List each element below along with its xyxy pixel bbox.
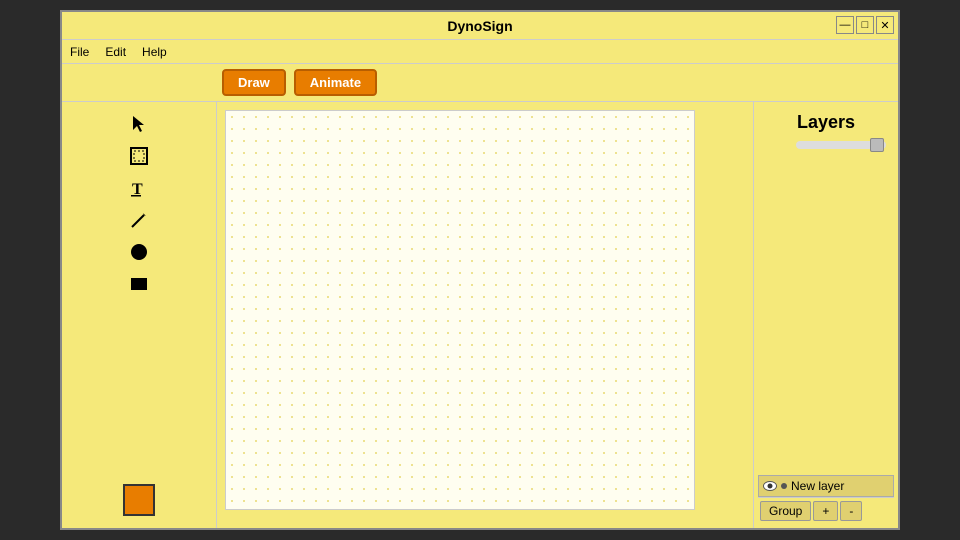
pen-tool[interactable] xyxy=(125,206,153,234)
frame-tool[interactable] xyxy=(125,142,153,170)
new-layer-label: New layer xyxy=(791,479,844,493)
main-area: T xyxy=(62,102,898,528)
layers-slider-row xyxy=(758,139,894,155)
text-tool[interactable]: T xyxy=(125,174,153,202)
layers-title: Layers xyxy=(758,106,894,139)
remove-layer-button[interactable]: - xyxy=(840,501,862,521)
layer-dot-icon xyxy=(781,483,787,489)
menu-edit[interactable]: Edit xyxy=(105,45,126,59)
layers-list xyxy=(758,155,894,475)
toolbar: Draw Animate xyxy=(62,64,898,102)
app-title: DynoSign xyxy=(447,18,512,34)
window-controls: — □ ✕ xyxy=(836,16,894,34)
toolbox: T xyxy=(62,102,217,528)
opacity-slider[interactable] xyxy=(796,141,886,149)
select-tool[interactable] xyxy=(125,110,153,138)
menu-help[interactable]: Help xyxy=(142,45,167,59)
layers-bottom-bar: Group + - xyxy=(758,497,894,524)
restore-button[interactable]: □ xyxy=(856,16,874,34)
close-button[interactable]: ✕ xyxy=(876,16,894,34)
group-button[interactable]: Group xyxy=(760,501,811,521)
app-window: DynoSign — □ ✕ File Edit Help Draw Anima… xyxy=(60,10,900,530)
new-layer-row[interactable]: New layer xyxy=(758,475,894,497)
minimize-button[interactable]: — xyxy=(836,16,854,34)
layer-visibility-icon[interactable] xyxy=(763,481,777,491)
layers-panel: Layers New layer Group + - xyxy=(753,102,898,528)
menu-file[interactable]: File xyxy=(70,45,89,59)
color-swatch[interactable] xyxy=(123,484,155,516)
slider-thumb[interactable] xyxy=(870,138,884,152)
add-layer-button[interactable]: + xyxy=(813,501,838,521)
title-bar: DynoSign — □ ✕ xyxy=(62,12,898,40)
canvas-area xyxy=(217,102,753,528)
circle-tool[interactable] xyxy=(125,238,153,266)
rect-tool[interactable] xyxy=(125,270,153,298)
drawing-canvas[interactable] xyxy=(225,110,695,510)
animate-button[interactable]: Animate xyxy=(294,69,377,96)
menu-bar: File Edit Help xyxy=(62,40,898,64)
draw-button[interactable]: Draw xyxy=(222,69,286,96)
